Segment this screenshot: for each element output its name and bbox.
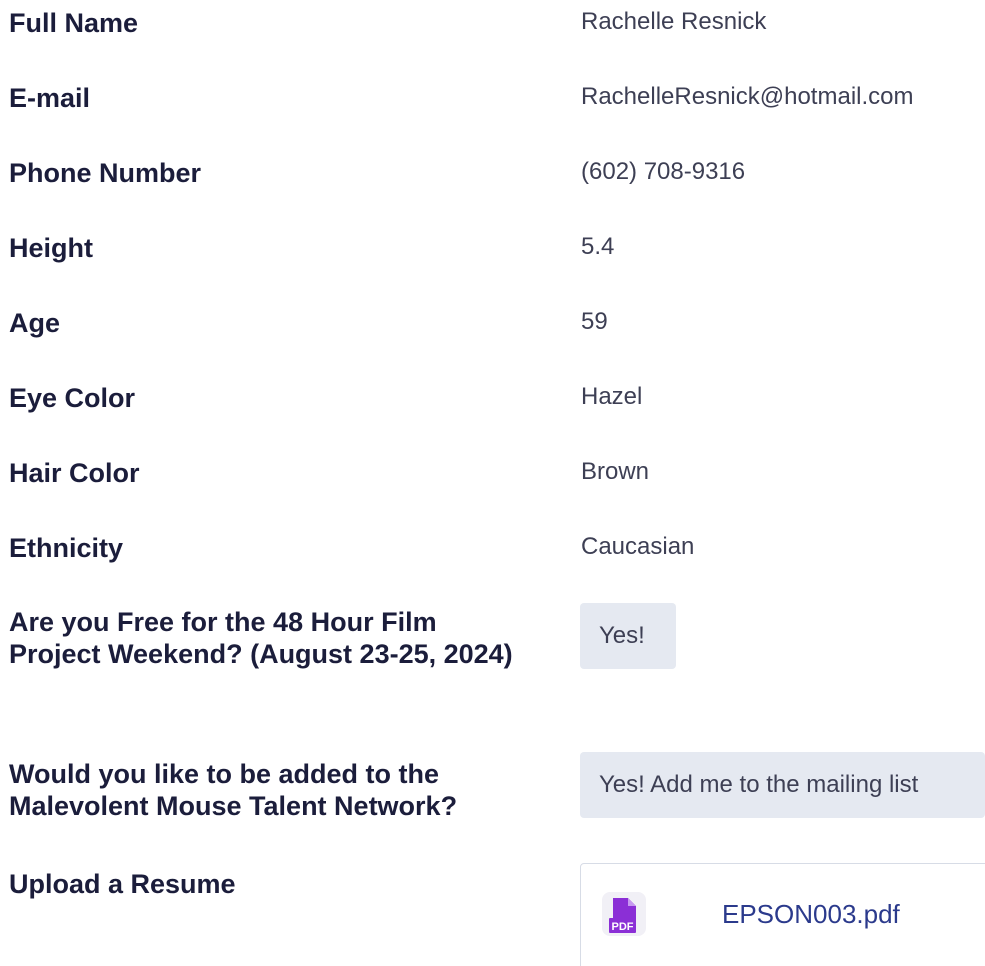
talent-network-answer-chip: Yes! Add me to the mailing list: [580, 752, 985, 818]
email-value: RachelleResnick@hotmail.com: [581, 83, 914, 110]
upload-resume-label: Upload a Resume: [9, 869, 236, 899]
ethnicity-value: Caucasian: [581, 533, 695, 560]
resume-file-card[interactable]: PDF EPSON003.pdf: [580, 863, 985, 966]
hair-color-value: Brown: [581, 458, 650, 485]
talent-network-label: Would you like to be added to the Malevo…: [9, 759, 458, 821]
eye-color-label: Eye Color: [9, 383, 136, 413]
svg-text:PDF: PDF: [612, 921, 634, 933]
weekend-availability-label: Are you Free for the 48 Hour Film Projec…: [9, 607, 513, 669]
pdf-file-icon: PDF: [602, 892, 646, 936]
eye-color-value: Hazel: [581, 383, 643, 410]
height-label: Height: [9, 233, 93, 263]
full-name-value: Rachelle Resnick: [581, 8, 767, 35]
weekend-availability-answer: Yes!: [599, 622, 645, 649]
phone-number-label: Phone Number: [9, 158, 202, 188]
talent-network-answer: Yes! Add me to the mailing list: [599, 771, 919, 798]
email-label: E-mail: [9, 83, 91, 113]
resume-file-link[interactable]: EPSON003.pdf: [722, 898, 900, 930]
phone-number-value: (602) 708-9316: [581, 158, 746, 185]
ethnicity-label: Ethnicity: [9, 533, 124, 563]
weekend-availability-answer-chip: Yes!: [580, 603, 676, 669]
full-name-label: Full Name: [9, 8, 139, 38]
age-label: Age: [9, 308, 61, 338]
height-value: 5.4: [581, 233, 615, 260]
hair-color-label: Hair Color: [9, 458, 140, 488]
age-value: 59: [581, 308, 608, 335]
